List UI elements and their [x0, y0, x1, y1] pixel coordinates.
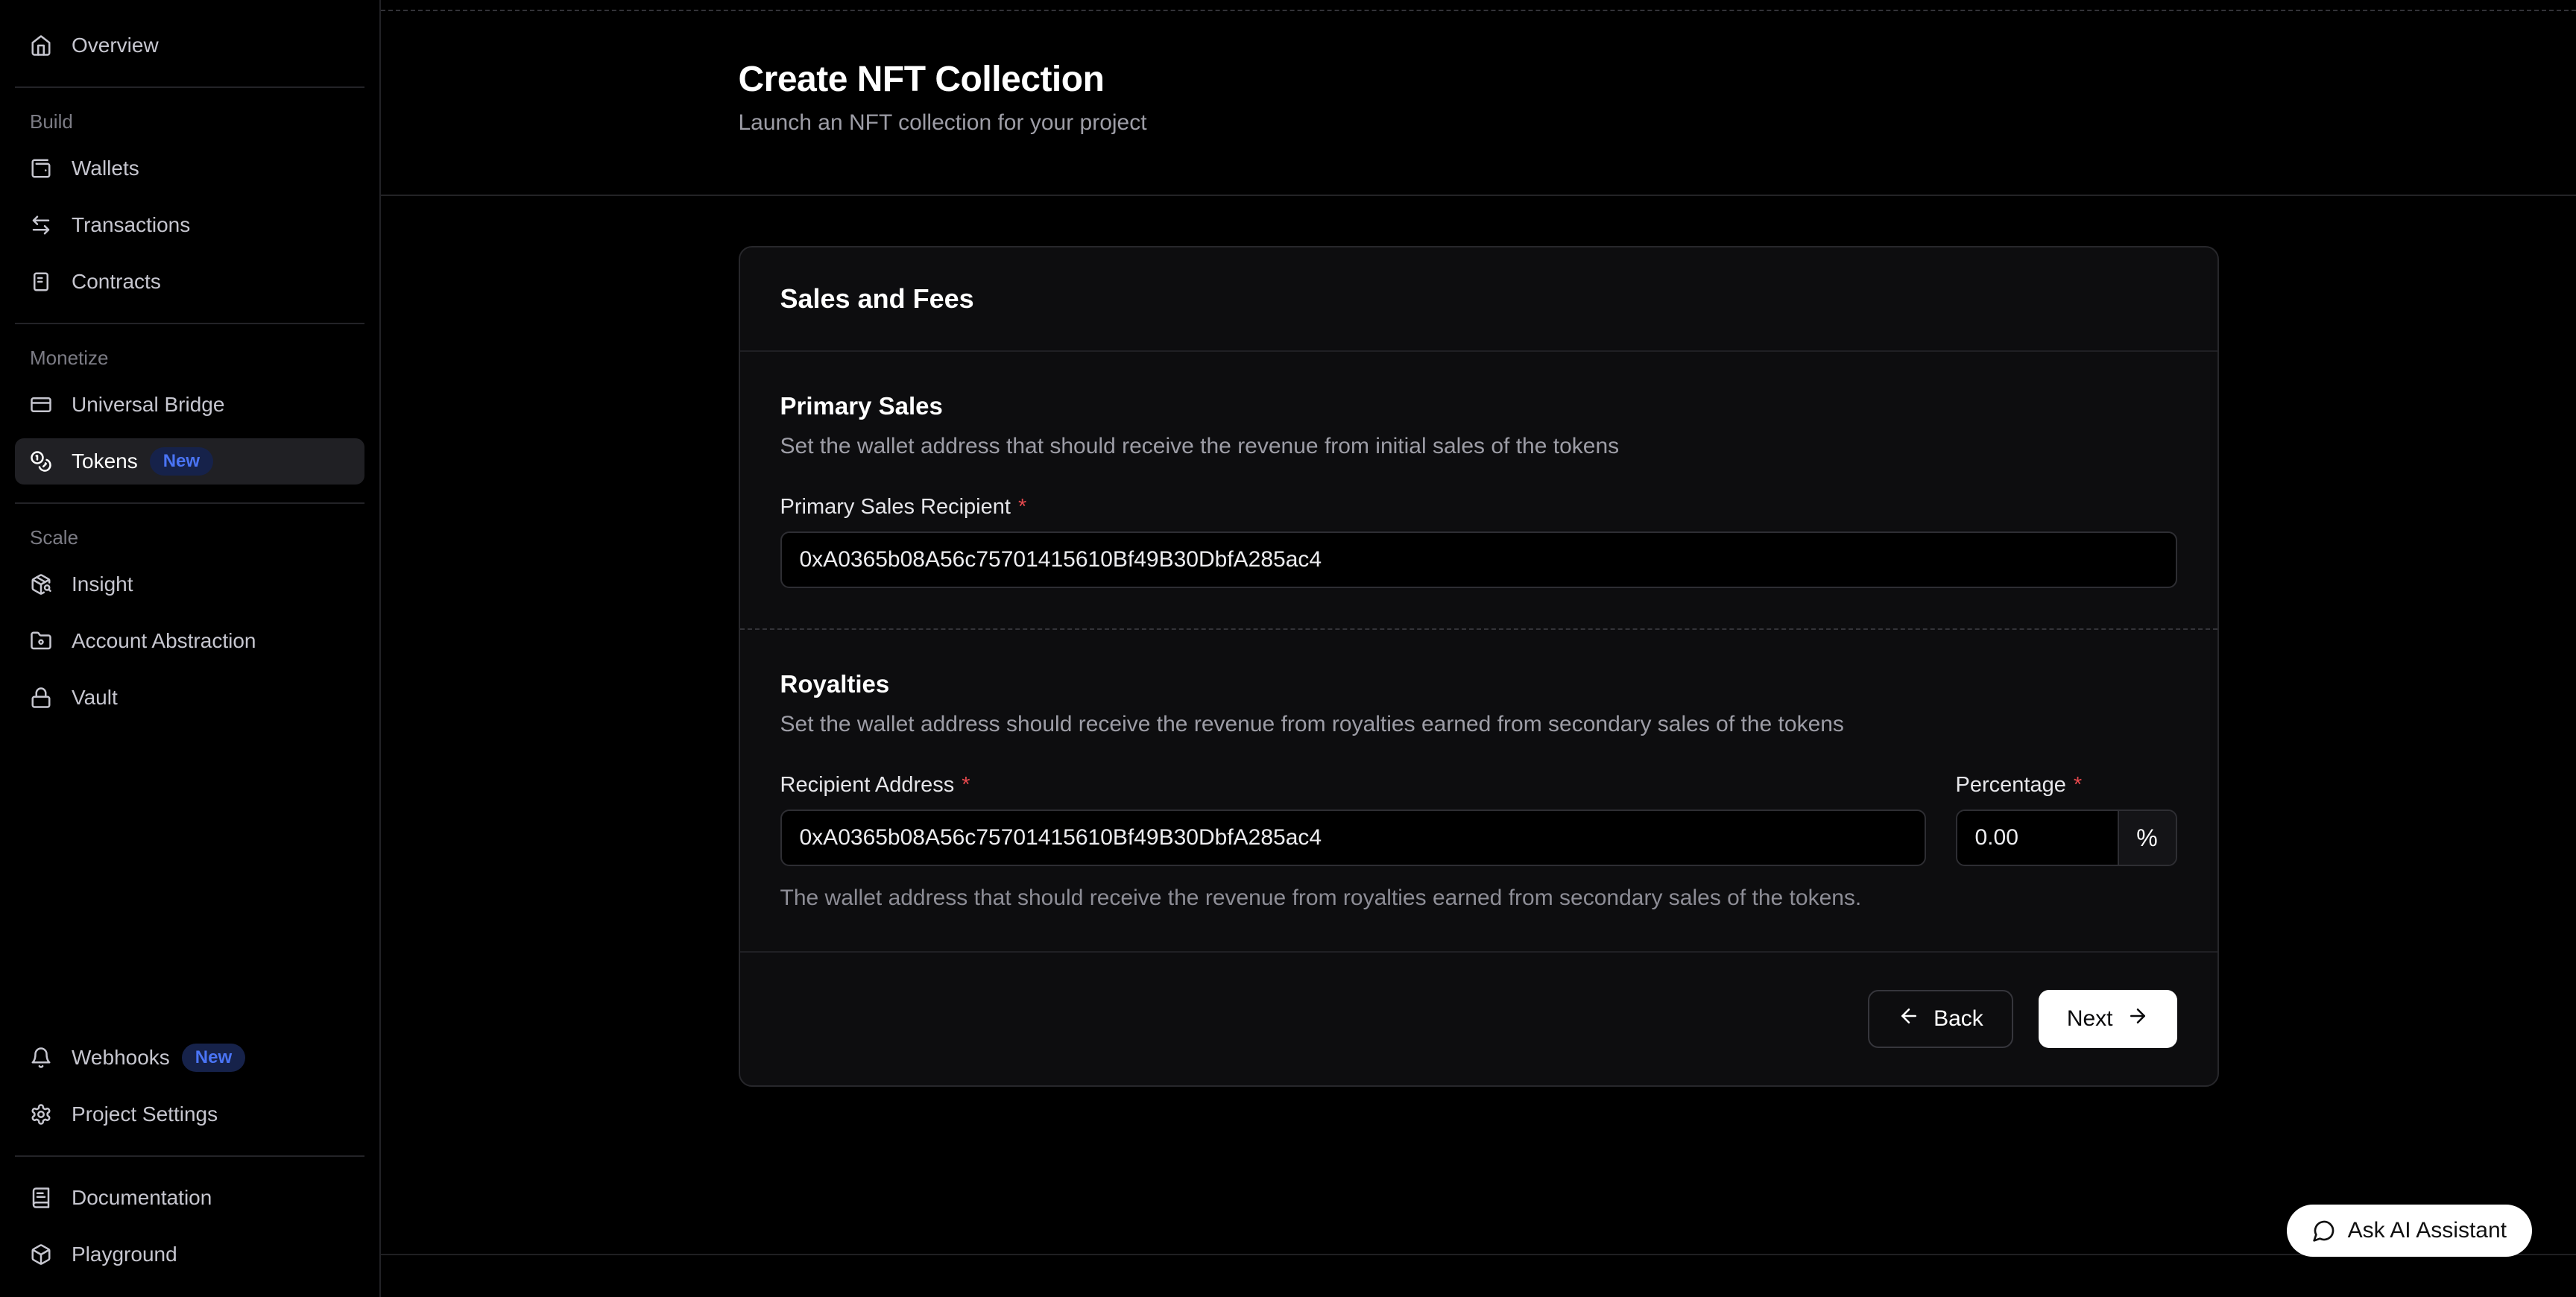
- wallet-icon: [30, 157, 52, 180]
- sidebar-item-label: Playground: [72, 1243, 177, 1266]
- required-asterisk: *: [1018, 495, 1026, 520]
- sidebar-item-label: Documentation: [72, 1186, 212, 1210]
- sidebar-item-label: Project Settings: [72, 1102, 218, 1126]
- field-label-text: Percentage: [1956, 773, 2066, 798]
- sidebar-item-label: Webhooks: [72, 1046, 170, 1070]
- sidebar-item-playground[interactable]: Playground: [15, 1231, 364, 1278]
- sidebar-item-label: Wallets: [72, 157, 139, 180]
- primary-sales-recipient-label: Primary Sales Recipient *: [780, 495, 2177, 520]
- sidebar-item-account-abstraction[interactable]: Account Abstraction: [15, 618, 364, 664]
- ask-ai-assistant-button[interactable]: Ask AI Assistant: [2287, 1205, 2532, 1257]
- royalties-helper-text: The wallet address that should receive t…: [780, 886, 2177, 911]
- sidebar: Overview Build Wallets Transactions Cont…: [0, 0, 381, 1297]
- primary-sales-heading: Primary Sales: [780, 392, 2177, 420]
- primary-sales-section: Primary Sales Set the wallet address tha…: [740, 352, 2217, 628]
- sidebar-item-insight[interactable]: Insight: [15, 561, 364, 608]
- arrows-left-right-icon: [30, 214, 52, 236]
- sidebar-section-build: Build: [15, 106, 364, 145]
- package-search-icon: [30, 573, 52, 596]
- card-title: Sales and Fees: [780, 283, 2177, 315]
- percent-suffix: %: [2118, 811, 2176, 865]
- next-button-label: Next: [2067, 1006, 2113, 1032]
- required-asterisk: *: [962, 773, 970, 798]
- sales-and-fees-card: Sales and Fees Primary Sales Set the wal…: [739, 246, 2219, 1087]
- sidebar-divider: [15, 323, 364, 324]
- page-body: Sales and Fees Primary Sales Set the wal…: [381, 196, 2576, 1087]
- arrow-left-icon: [1898, 1005, 1920, 1033]
- field-label-text: Primary Sales Recipient: [780, 495, 1011, 520]
- primary-sales-description: Set the wallet address that should recei…: [780, 434, 2177, 459]
- document-icon: [30, 271, 52, 293]
- royalties-section: Royalties Set the wallet address should …: [740, 630, 2217, 951]
- arrow-right-icon: [2127, 1005, 2149, 1033]
- required-asterisk: *: [2074, 773, 2082, 798]
- recipient-address-input[interactable]: [780, 810, 1926, 866]
- page-title: Create NFT Collection: [739, 59, 2219, 100]
- new-badge: New: [150, 447, 213, 476]
- sidebar-item-overview[interactable]: Overview: [15, 22, 364, 69]
- sidebar-item-universal-bridge[interactable]: Universal Bridge: [15, 382, 364, 428]
- app-window: Overview Build Wallets Transactions Cont…: [0, 0, 2576, 1297]
- gear-icon: [30, 1103, 52, 1126]
- sidebar-item-label: Account Abstraction: [72, 629, 256, 653]
- sidebar-item-contracts[interactable]: Contracts: [15, 259, 364, 305]
- page-header: Create NFT Collection Launch an NFT coll…: [381, 0, 2576, 196]
- sidebar-item-wallets[interactable]: Wallets: [15, 145, 364, 192]
- sidebar-item-project-settings[interactable]: Project Settings: [15, 1091, 364, 1137]
- back-button-label: Back: [1933, 1006, 1983, 1032]
- sidebar-item-transactions[interactable]: Transactions: [15, 202, 364, 248]
- page-subtitle: Launch an NFT collection for your projec…: [739, 110, 2219, 136]
- sidebar-item-label: Contracts: [72, 270, 161, 294]
- lock-icon: [30, 687, 52, 709]
- cube-icon: [30, 1243, 52, 1266]
- sidebar-item-tokens[interactable]: Tokens New: [15, 438, 364, 485]
- top-dashed-divider: [381, 10, 2576, 11]
- bottom-divider: [381, 1254, 2576, 1255]
- back-button[interactable]: Back: [1868, 990, 2013, 1048]
- bell-icon: [30, 1047, 52, 1069]
- new-badge: New: [182, 1044, 245, 1072]
- percentage-input[interactable]: [1957, 811, 2118, 865]
- royalties-heading: Royalties: [780, 670, 2177, 698]
- sidebar-divider: [15, 1155, 364, 1157]
- card-footer: Back Next: [740, 951, 2217, 1085]
- chat-bubble-icon: [2312, 1219, 2336, 1243]
- sidebar-item-documentation[interactable]: Documentation: [15, 1175, 364, 1221]
- field-label-text: Recipient Address: [780, 773, 955, 798]
- recipient-address-label: Recipient Address *: [780, 773, 1926, 798]
- folder-dot-icon: [30, 630, 52, 652]
- sidebar-spacer: [15, 721, 364, 1035]
- sidebar-section-scale: Scale: [15, 522, 364, 561]
- credit-card-icon: [30, 394, 52, 416]
- sidebar-item-label: Universal Bridge: [72, 393, 224, 417]
- primary-sales-recipient-input[interactable]: [780, 531, 2177, 588]
- ask-ai-assistant-label: Ask AI Assistant: [2348, 1218, 2507, 1243]
- home-icon: [30, 34, 52, 57]
- sidebar-item-webhooks[interactable]: Webhooks New: [15, 1035, 364, 1081]
- next-button[interactable]: Next: [2039, 990, 2177, 1048]
- sidebar-item-label: Transactions: [72, 213, 190, 237]
- card-header: Sales and Fees: [740, 247, 2217, 352]
- coins-icon: [30, 450, 52, 473]
- sidebar-divider: [15, 502, 364, 504]
- book-icon: [30, 1187, 52, 1209]
- percentage-label: Percentage *: [1956, 773, 2177, 798]
- percentage-field-group: %: [1956, 810, 2177, 866]
- sidebar-item-label: Tokens: [72, 449, 138, 473]
- sidebar-item-label: Overview: [72, 34, 159, 57]
- royalties-description: Set the wallet address should receive th…: [780, 712, 2177, 737]
- main-content: Create NFT Collection Launch an NFT coll…: [381, 0, 2576, 1297]
- sidebar-item-vault[interactable]: Vault: [15, 675, 364, 721]
- sidebar-section-monetize: Monetize: [15, 342, 364, 382]
- sidebar-item-label: Vault: [72, 686, 118, 710]
- sidebar-item-label: Insight: [72, 572, 133, 596]
- sidebar-divider: [15, 86, 364, 88]
